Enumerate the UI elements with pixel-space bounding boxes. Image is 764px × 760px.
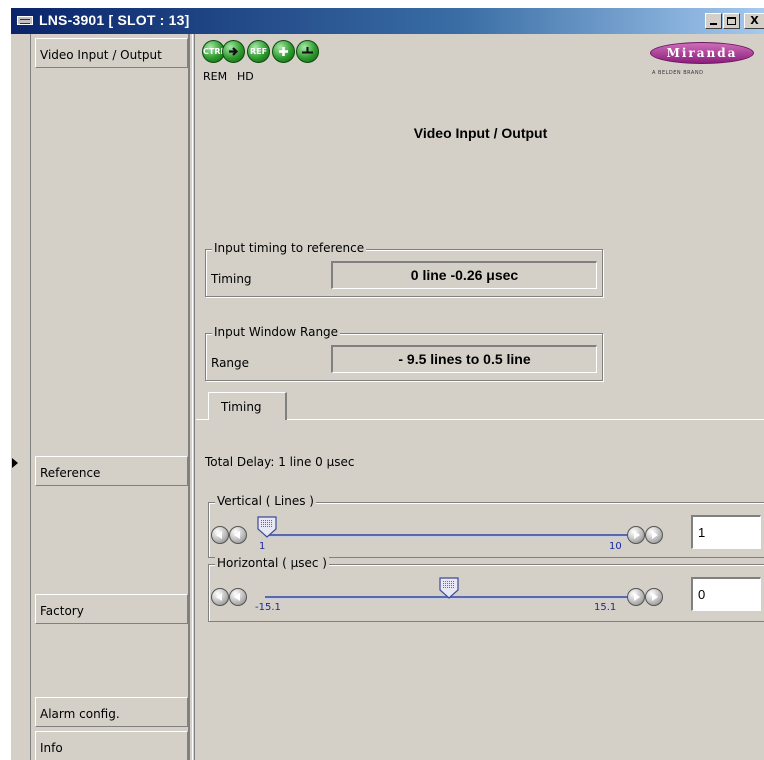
bypass-status-icon[interactable] [296,40,319,63]
close-icon: X [750,14,759,27]
arrow-status-icon[interactable] [222,40,245,63]
vertical-min-label: 1 [259,541,266,552]
window-menu-icon[interactable] [17,16,33,25]
left-icon [234,531,240,539]
horizontal-value-input[interactable]: 0 [691,577,761,611]
window-title: LNS-3901 [ SLOT : 13] [39,12,190,28]
horizontal-decrement-button[interactable] [229,588,247,606]
vertical-increment-button[interactable] [627,526,645,544]
sidebar-item-video-input-output[interactable]: Video Input / Output [35,38,188,68]
rem-label: REM [203,70,228,83]
range-readout: - 9.5 lines to 0.5 line [331,345,597,373]
sidebar-item-factory[interactable]: Factory [35,594,188,624]
total-delay-text: Total Delay: 1 line 0 μsec [205,455,355,469]
title-bar[interactable]: LNS-3901 [ SLOT : 13] X [11,8,764,34]
bypass-icon [302,47,313,54]
plus-icon [279,47,288,56]
fast-right-icon [652,531,658,539]
right-icon [634,593,640,601]
vertical-slider-group: Vertical ( Lines ) 1 10 1 [208,494,764,558]
fast-left-icon [216,593,222,601]
maximize-button[interactable] [723,13,740,29]
horizontal-fast-increment-button[interactable] [645,588,663,606]
vertical-legend: Vertical ( Lines ) [215,494,316,508]
vertical-slider-track[interactable] [265,534,633,537]
plus-status-icon[interactable] [272,40,295,63]
right-icon [634,531,640,539]
fast-right-icon [652,593,658,601]
expand-arrow-icon[interactable] [12,458,18,468]
sidebar-splitter[interactable] [192,34,195,760]
ref-status-icon[interactable]: REF [247,40,270,63]
maximize-icon [727,17,736,25]
main-panel: CTRL REF REM HD Miranda A BELDEN BRAND V… [196,34,764,760]
sidebar: Video Input / Output Reference Factory A… [33,34,190,760]
vertical-fast-decrement-button[interactable] [211,526,229,544]
sidebar-item-info[interactable]: Info [35,731,188,760]
logo-wordmark: Miranda [650,42,754,64]
logo-tagline: A BELDEN BRAND [652,70,704,76]
vertical-value-input[interactable]: 1 [691,515,761,549]
miranda-logo: Miranda A BELDEN BRAND [650,42,754,84]
horizontal-slider-group: Horizontal ( μsec ) -15.1 15.1 0 [208,556,764,622]
horizontal-increment-button[interactable] [627,588,645,606]
vertical-max-label: 10 [609,541,622,552]
sidebar-item-reference[interactable]: Reference [35,456,188,486]
vertical-decrement-button[interactable] [229,526,247,544]
sidebar-collapse-strip[interactable] [11,34,31,760]
fast-left-icon [216,531,222,539]
sidebar-item-alarm-config[interactable]: Alarm config. [35,697,188,727]
tab-timing[interactable]: Timing [208,392,287,420]
horizontal-min-label: -15.1 [255,602,281,613]
minimize-button[interactable] [705,13,722,29]
minimize-icon [710,23,717,25]
horizontal-legend: Horizontal ( μsec ) [215,556,329,570]
application-window: LNS-3901 [ SLOT : 13] X Video Input / Ou… [10,8,764,760]
left-icon [234,593,240,601]
page-title: Video Input / Output [413,125,548,141]
horizontal-fast-decrement-button[interactable] [211,588,229,606]
input-window-group: Input Window Range Range - 9.5 lines to … [205,325,603,381]
close-button[interactable]: X [744,13,764,29]
range-label: Range [211,356,250,370]
timing-readout: 0 line -0.26 μsec [331,261,597,289]
horizontal-max-label: 15.1 [594,602,617,613]
input-window-legend: Input Window Range [212,325,341,339]
vertical-fast-increment-button[interactable] [645,526,663,544]
horizontal-slider-thumb[interactable] [439,577,459,599]
timing-label: Timing [211,272,252,286]
input-timing-group: Input timing to reference Timing 0 line … [205,241,603,297]
vertical-slider-thumb[interactable] [257,516,277,538]
right-arrow-icon [229,47,239,56]
input-timing-legend: Input timing to reference [212,241,367,255]
hd-label: HD [237,70,254,83]
